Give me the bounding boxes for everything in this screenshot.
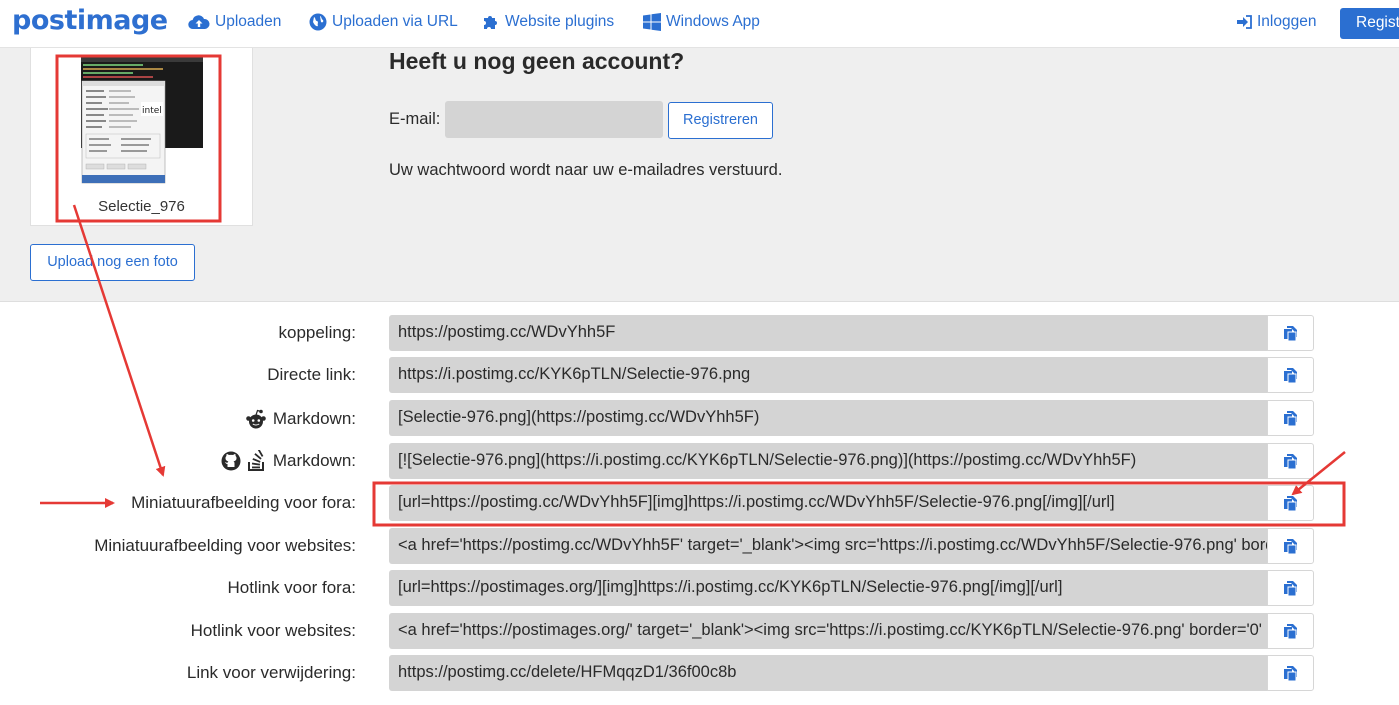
copy-icon [1284, 581, 1297, 597]
copy-button[interactable] [1267, 655, 1314, 691]
reddit-icon [246, 409, 266, 429]
nav-uploaden-url-label: Uploaden via URL [332, 13, 458, 30]
github-icon [221, 451, 241, 471]
nav-windows-app[interactable]: Windows App [643, 13, 760, 31]
nav-website-plugins-label: Website plugins [505, 13, 615, 30]
link-field-thumbnail-forum[interactable]: [url=https://postimg.cc/WDvYhh5F][img]ht… [389, 485, 1267, 521]
email-label: E-mail: [389, 110, 441, 128]
navbar: postimage Uploaden Uploaden via URL Webs… [0, 0, 1399, 48]
windows-icon [643, 13, 661, 31]
markdown-label: Markdown: [272, 409, 356, 428]
nav-login[interactable]: Inloggen [1237, 13, 1316, 31]
link-field-markdown-github[interactable]: [![Selectie-976.png](https://i.postimg.c… [389, 443, 1267, 479]
copy-button[interactable] [1267, 357, 1314, 393]
copy-icon [1284, 666, 1297, 682]
link-field-hotlink-website[interactable]: <a href='https://postimages.org/' target… [389, 613, 1267, 649]
nav-uploaden-url[interactable]: Uploaden via URL [309, 13, 458, 31]
link-field-thumbnail-website[interactable]: <a href='https://postimg.cc/WDvYhh5F' ta… [389, 528, 1267, 564]
link-row-label: koppeling: [278, 323, 356, 342]
stack-overflow-icon [247, 450, 264, 471]
copy-icon [1284, 326, 1297, 342]
upload-again-button[interactable]: Upload nog een foto [30, 244, 195, 281]
nav-uploaden[interactable]: Uploaden [188, 13, 281, 31]
link-row-label: Directe link: [267, 365, 356, 384]
uploaded-image-thumbnail[interactable]: intel [81, 56, 205, 186]
globe-icon [309, 13, 327, 31]
link-row-label: Link voor verwijdering: [186, 663, 356, 682]
copy-button[interactable] [1267, 485, 1314, 521]
copy-icon [1284, 368, 1297, 384]
copy-icon [1284, 496, 1297, 512]
cloud-upload-icon [188, 15, 210, 30]
uploaded-image-caption: Selectie_976 [98, 198, 185, 215]
email-input[interactable] [445, 101, 663, 138]
copy-icon [1284, 624, 1297, 640]
link-row-label-markdown-github: Markdown: [221, 444, 356, 478]
nav-uploaden-label: Uploaden [215, 13, 282, 30]
copy-button[interactable] [1267, 443, 1314, 479]
svg-text:intel: intel [142, 106, 162, 116]
register-nav-button[interactable]: Registreren [1340, 8, 1399, 39]
puzzle-icon [484, 16, 497, 29]
link-row-label: Hotlink voor fora: [227, 578, 357, 597]
account-heading: Heeft u nog geen account? [389, 48, 685, 74]
copy-button[interactable] [1267, 613, 1314, 649]
register-button[interactable]: Registreren [668, 102, 773, 139]
copy-button[interactable] [1267, 570, 1314, 606]
link-field-koppeling[interactable]: https://postimg.cc/WDvYhh5F [389, 315, 1267, 351]
password-note: Uw wachtwoord wordt naar uw e-mailadres … [389, 161, 783, 179]
link-field-hotlink-forum[interactable]: [url=https://postimages.org/][img]https:… [389, 570, 1267, 606]
link-row-label: Miniatuurafbeelding voor fora: [131, 493, 356, 512]
nav-windows-app-label: Windows App [666, 13, 760, 30]
upload-result-section: intel Selectie_976 Upload nog een foto H… [0, 48, 1399, 302]
copy-icon [1284, 454, 1297, 470]
copy-icon [1284, 539, 1297, 555]
markdown-label: Markdown: [272, 451, 356, 470]
link-row-label: Hotlink voor websites: [190, 621, 356, 640]
uploaded-image-card: intel Selectie_976 [30, 48, 253, 226]
copy-button[interactable] [1267, 528, 1314, 564]
link-row-label-markdown-reddit: Markdown: [245, 402, 356, 436]
nav-website-plugins[interactable]: Website plugins [482, 13, 614, 31]
sign-in-icon [1237, 15, 1252, 29]
link-row-label: Miniatuurafbeelding voor websites: [94, 536, 356, 555]
copy-button[interactable] [1267, 400, 1314, 436]
copy-icon [1284, 411, 1297, 427]
link-field-delete[interactable]: https://postimg.cc/delete/HFMqqzD1/36f00… [389, 655, 1267, 691]
link-field-markdown-reddit[interactable]: [Selectie-976.png](https://postimg.cc/WD… [389, 400, 1267, 436]
copy-button[interactable] [1267, 315, 1314, 351]
link-field-direct[interactable]: https://i.postimg.cc/KYK6pTLN/Selectie-9… [389, 357, 1267, 393]
nav-login-label: Inloggen [1257, 13, 1317, 30]
site-logo[interactable]: postimage [12, 5, 168, 36]
